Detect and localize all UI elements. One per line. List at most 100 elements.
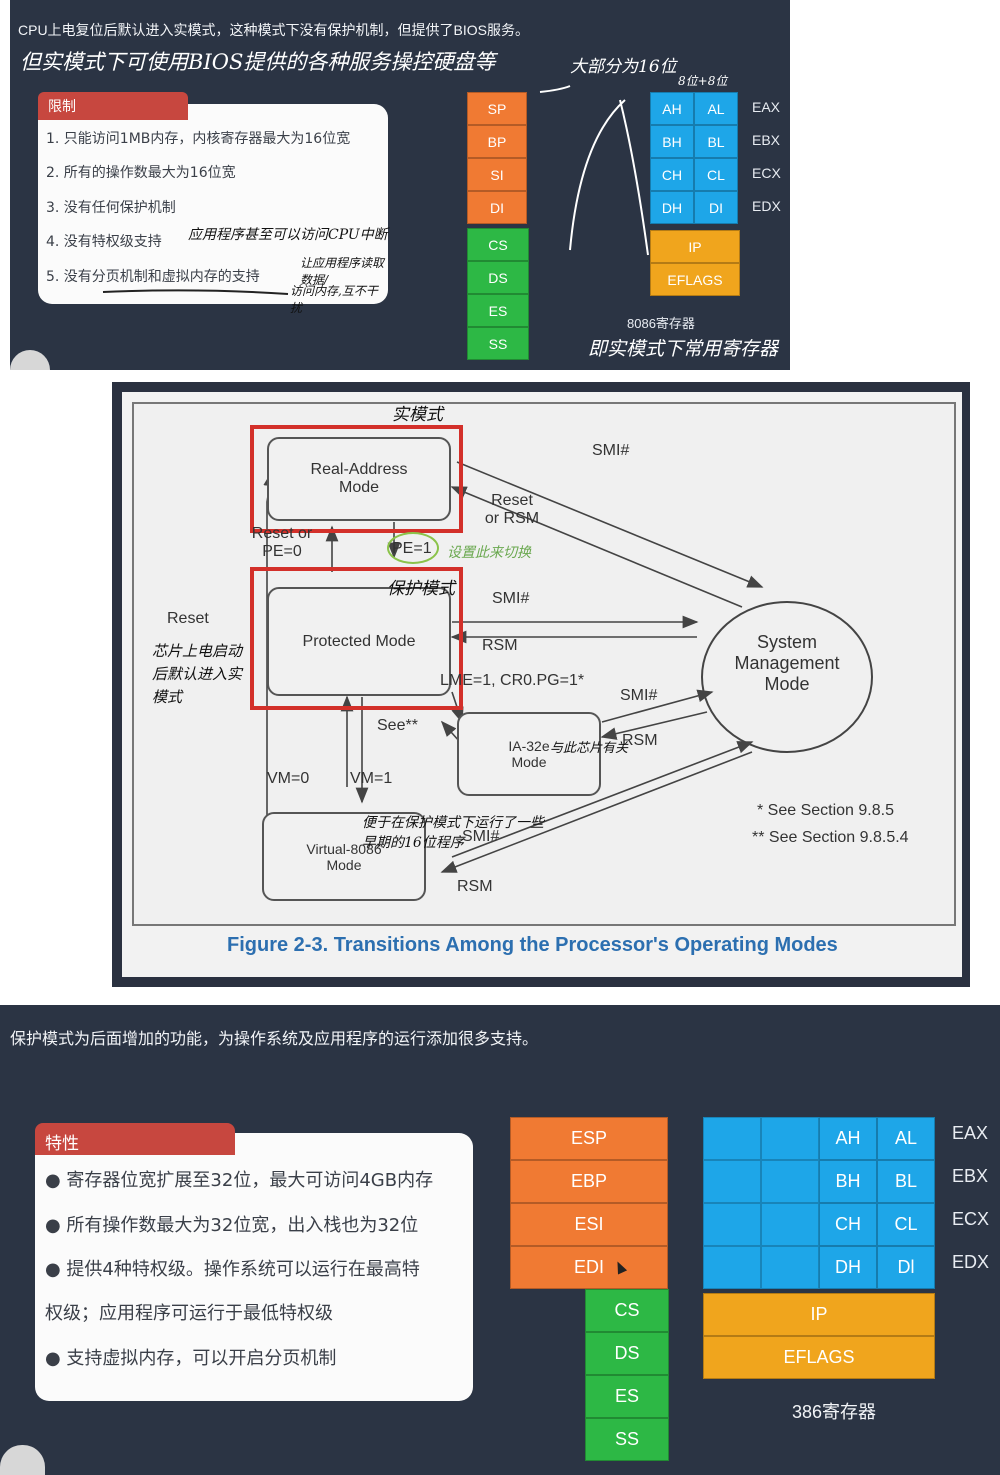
register-ss: SS xyxy=(467,327,529,360)
handwritten-note-bios: 但实模式下可使用BIOS提供的各种服务操控硬盘等 xyxy=(20,50,496,74)
register-sp: SP xyxy=(467,92,527,125)
feature-item-3: ● 提供4种特权级。操作系统可以运行在最高特 xyxy=(45,1259,420,1280)
register-caption-note: 即实模式下常用寄存器 xyxy=(588,338,779,360)
register-name-eax: EAX xyxy=(752,99,781,115)
register-ss-386: SS xyxy=(585,1418,669,1461)
real-mode-slide: CPU上电复位后默认进入实模式，这种模式下没有保护机制，但提供了BIOS服务。 … xyxy=(10,0,790,370)
note-privilege: 应用程序甚至可以访问CPU中断 xyxy=(188,227,388,243)
feature-item-2: ● 所有操作数最大为32位宽，出入栈也为32位 xyxy=(45,1215,419,1236)
register-high-bits xyxy=(761,1203,819,1246)
feature-item-5: ● 支持虚拟内存，可以开启分页机制 xyxy=(45,1348,337,1369)
label-vm1: VM=1 xyxy=(350,770,393,787)
label-lme: LME=1, CR0.PG=1* xyxy=(440,672,585,689)
label-reset-or-pe0: Reset or PE=0 xyxy=(251,525,313,560)
slide-header-bottom: 保护模式为后面增加的功能，为操作系统及应用程序的运行添加很多支持。 xyxy=(10,1031,539,1048)
footnote-2: ** See Section 9.8.5.4 xyxy=(752,829,909,846)
label-rsm-1: RSM xyxy=(482,637,518,654)
register-high-bits xyxy=(761,1117,819,1160)
register-ah-386: AH xyxy=(819,1117,877,1160)
register-di: DI xyxy=(467,191,527,224)
label-smi-1: SMI# xyxy=(592,442,630,459)
register-high-bits xyxy=(703,1203,761,1246)
diagram-photo-frame: Real-Address Mode Protected Mode IA-32e … xyxy=(112,382,970,987)
card-title: 限制 xyxy=(48,99,76,115)
register-dh-386: DH xyxy=(819,1246,877,1289)
register-cs-386: CS xyxy=(585,1289,669,1332)
register-cs: CS xyxy=(467,228,529,261)
register-bh-386: BH xyxy=(819,1160,877,1203)
hand-real-mode: 实模式 xyxy=(392,405,443,425)
register-bp: BP xyxy=(467,125,527,158)
feature-title-bar: 特性 xyxy=(35,1123,235,1155)
gear-icon xyxy=(10,350,50,370)
register-ip-386: IP xyxy=(703,1293,935,1336)
register-name-ebx-386: EBX xyxy=(952,1166,989,1186)
register-esp: ESP xyxy=(510,1117,668,1160)
register-al: AL xyxy=(694,92,738,125)
register-ds: DS xyxy=(467,261,529,294)
register-eflags-386: EFLAGS xyxy=(703,1336,935,1379)
card-title-bar: 限制 xyxy=(38,92,188,120)
register-name-edx-386: EDX xyxy=(952,1252,990,1272)
register-high-bits xyxy=(761,1160,819,1203)
limit-item-5: 5. 没有分页机制和虚拟内存的支持 xyxy=(46,269,260,285)
register-cl-386: CL xyxy=(877,1203,935,1246)
register-si: SI xyxy=(467,158,527,191)
register-name-ebx: EBX xyxy=(752,132,781,148)
register-esi: ESI xyxy=(510,1203,668,1246)
limit-item-1: 1. 只能访问1MB内存，内核寄存器最大为16位宽 xyxy=(46,131,351,147)
register-high-bits xyxy=(703,1160,761,1203)
label-smi-2: SMI# xyxy=(492,590,530,607)
register-ds-386: DS xyxy=(585,1332,669,1375)
underline-arrow-icon xyxy=(102,289,289,295)
highlight-real-mode xyxy=(250,425,463,533)
label-vm0: VM=0 xyxy=(267,770,310,787)
register-name-eax-386: EAX xyxy=(952,1123,989,1143)
register-high-bits xyxy=(703,1246,761,1289)
hand-ia32e-note: 与此芯片有关 xyxy=(550,741,629,756)
limit-item-4: 4. 没有特权级支持 xyxy=(46,234,162,250)
register-es-386: ES xyxy=(585,1375,669,1418)
register-edi: EDI xyxy=(510,1246,668,1289)
label-reset: Reset xyxy=(167,610,209,627)
register-cl: CL xyxy=(694,158,738,191)
figure-caption: Figure 2-3. Transitions Among the Proces… xyxy=(227,934,838,956)
hand-reset-note: 芯片上电启动后默认进入实模式 xyxy=(152,642,243,706)
features-card: 特性 ● 寄存器位宽扩展至32位，最大可访问4GB内存 ● 所有操作数最大为32… xyxy=(35,1123,473,1401)
label-smi-3: SMI# xyxy=(620,687,658,704)
protected-mode-slide: 保护模式为后面增加的功能，为操作系统及应用程序的运行添加很多支持。 特性 ● 寄… xyxy=(0,1005,1000,1475)
register-high-bits xyxy=(761,1246,819,1289)
feature-item-4: 权级；应用程序可运行于最低特权级 xyxy=(45,1303,333,1324)
register-name-edx: EDX xyxy=(752,198,781,214)
register-ch-386: CH xyxy=(819,1203,877,1246)
register-caption-386: 386寄存器 xyxy=(792,1402,877,1422)
hand-pe1: 设置此来切换 xyxy=(447,545,531,561)
label-reset-or-rsm: Reset or RSM xyxy=(484,492,540,527)
register-caption: 8086寄存器 xyxy=(627,316,695,331)
slide-header: CPU上电复位后默认进入实模式，这种模式下没有保护机制，但提供了BIOS服务。 xyxy=(18,22,530,38)
register-al-386: AL xyxy=(877,1117,935,1160)
hand-protected-mode: 保护模式 xyxy=(387,579,455,599)
limitations-card: 限制 1. 只能访问1MB内存，内核寄存器最大为16位宽 2. 所有的操作数最大… xyxy=(38,92,388,315)
pe1-circle-icon xyxy=(387,532,439,564)
footnote-1: * See Section 9.8.5 xyxy=(757,802,894,819)
gear-icon-bottom xyxy=(0,1445,45,1475)
label-see: See** xyxy=(377,717,418,734)
register-ebp: EBP xyxy=(510,1160,668,1203)
register-high-bits xyxy=(703,1117,761,1160)
hand-v86-note: 便于在保护模式下运行了一些早期的16位程序 xyxy=(362,815,544,851)
limit-item-2: 2. 所有的操作数最大为16位宽 xyxy=(46,165,236,181)
register-name-ecx-386: ECX xyxy=(952,1209,990,1229)
register-name-ecx: ECX xyxy=(752,165,781,181)
annotation-arrows-icon xyxy=(539,85,649,256)
limit-item-3: 3. 没有任何保护机制 xyxy=(46,200,176,216)
register-di: DI xyxy=(694,191,738,224)
feature-card-title: 特性 xyxy=(45,1134,79,1154)
register-bl: BL xyxy=(694,125,738,158)
register-dl-386: Dl xyxy=(877,1246,935,1289)
diagram-page: Real-Address Mode Protected Mode IA-32e … xyxy=(122,392,962,977)
feature-item-1: ● 寄存器位宽扩展至32位，最大可访问4GB内存 xyxy=(45,1170,434,1191)
register-es: ES xyxy=(467,294,529,327)
mode-label-smm: System Management Mode xyxy=(734,632,840,694)
register-bl-386: BL xyxy=(877,1160,935,1203)
